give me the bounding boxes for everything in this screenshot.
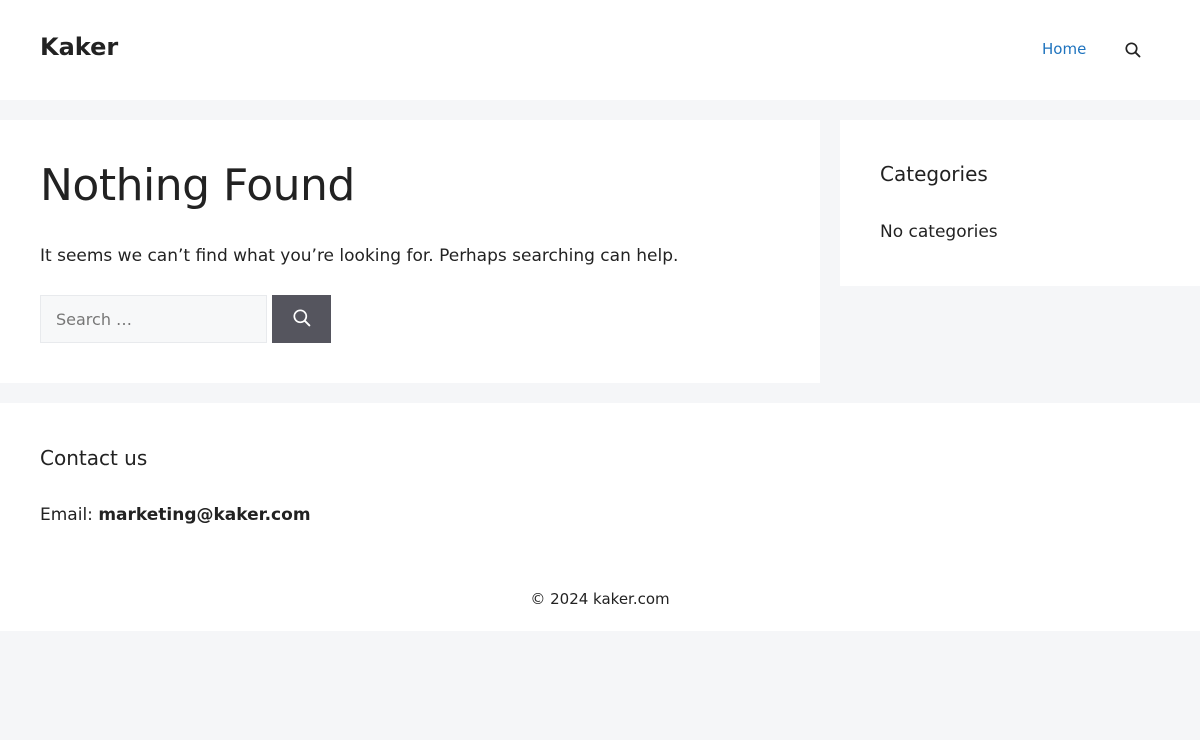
search-submit-button[interactable] xyxy=(272,295,331,343)
site-header: Kaker Home xyxy=(0,0,1200,100)
contact-title: Contact us xyxy=(40,446,148,470)
nav-home-link[interactable]: Home xyxy=(1042,40,1086,58)
sidebar: Categories No categories xyxy=(840,120,1200,286)
copyright-text: © 2024 kaker.com xyxy=(530,590,670,608)
categories-widget-title: Categories xyxy=(880,162,988,186)
search-icon xyxy=(292,308,312,331)
search-icon[interactable] xyxy=(1124,41,1142,59)
categories-widget-text: No categories xyxy=(880,222,998,242)
contact-email: Email: marketing@kaker.com xyxy=(40,505,311,525)
not-found-message: It seems we can’t find what you’re looki… xyxy=(40,246,679,266)
site-title-link[interactable]: Kaker xyxy=(40,33,118,61)
search-input[interactable] xyxy=(40,295,267,343)
site-footer: Contact us Email: marketing@kaker.com © … xyxy=(0,403,1200,631)
email-value: marketing@kaker.com xyxy=(98,505,311,525)
main-content: Nothing Found It seems we can’t find wha… xyxy=(0,120,820,383)
page-title: Nothing Found xyxy=(40,160,355,211)
email-label: Email: xyxy=(40,505,93,525)
